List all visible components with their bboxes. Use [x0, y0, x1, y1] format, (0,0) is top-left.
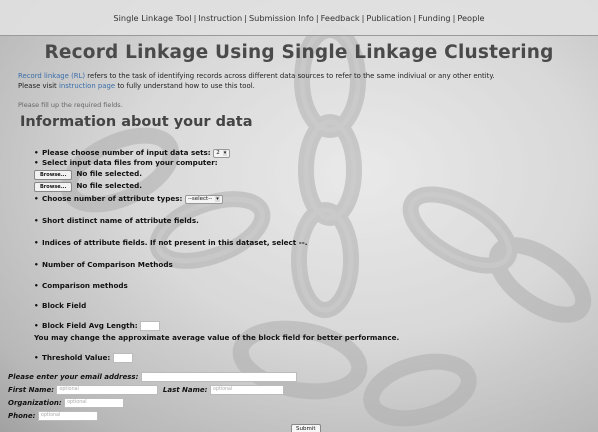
threshold-label: Threshold Value:: [42, 353, 111, 362]
bullet: •: [34, 158, 39, 167]
file-row-1: Browse... No file selected.: [34, 169, 142, 180]
nav-separator: |: [413, 13, 417, 23]
file-status-1: No file selected.: [76, 169, 142, 178]
bullet: •: [34, 301, 39, 310]
list-item-comparison-methods: • Comparison methods: [34, 281, 128, 290]
instruction-page-link[interactable]: instruction page: [59, 82, 115, 90]
chevron-down-icon: ▾: [215, 195, 220, 202]
bullet: •: [34, 281, 39, 290]
top-navigation: Single Linkage Tool | Instruction | Submissi…: [0, 0, 598, 36]
nav-funding[interactable]: Funding: [418, 13, 451, 23]
block-avg-label: Block Field Avg Length:: [42, 321, 138, 330]
nav-publication[interactable]: Publication: [366, 13, 411, 23]
bullet: •: [34, 216, 39, 225]
phone-row: Phone: optional: [8, 411, 98, 421]
intro-visit-post: to fully understand how to use this tool…: [115, 81, 255, 90]
bullet: •: [34, 148, 39, 157]
nav-separator: |: [315, 13, 319, 23]
phone-input[interactable]: optional: [37, 411, 98, 421]
list-item-num-comparison: • Number of Comparison Methods: [34, 260, 173, 269]
num-comparison-label: Number of Comparison Methods: [42, 260, 173, 269]
organization-input[interactable]: optional: [64, 398, 125, 408]
bullet: •: [34, 260, 39, 269]
list-item-threshold: • Threshold Value:: [34, 353, 133, 363]
required-fields-note: Please fill up the required fields.: [18, 101, 123, 109]
nav-separator: |: [193, 13, 197, 23]
bullet: •: [34, 238, 39, 247]
bullet: •: [34, 321, 39, 330]
short-name-label: Short distinct name of attribute fields.: [42, 216, 199, 225]
email-label: Please enter your email address:: [8, 373, 139, 381]
chevron-down-icon: ▾: [222, 149, 228, 156]
nav-single-linkage-tool[interactable]: Single Linkage Tool: [113, 13, 191, 23]
num-datasets-label: Please choose number of input data sets:: [42, 148, 211, 157]
comparison-methods-label: Comparison methods: [42, 281, 128, 290]
browse-button-1[interactable]: Browse...: [34, 170, 73, 180]
file-row-2: Browse... No file selected.: [34, 181, 142, 192]
organization-row: Organization: optional: [8, 398, 125, 408]
num-datasets-select[interactable]: 2 ▾: [213, 148, 231, 158]
organization-label: Organization:: [8, 399, 62, 407]
browse-button-2[interactable]: Browse...: [34, 182, 73, 192]
nav-separator: |: [244, 13, 247, 23]
page-content: Single Linkage Tool | Instruction | Submissi…: [0, 0, 598, 432]
list-item-num-datasets: • Please choose number of input data sets…: [34, 148, 231, 158]
attr-types-value: --select--: [187, 195, 213, 202]
email-input[interactable]: [140, 372, 297, 382]
block-avg-note: You may change the approximate average v…: [34, 333, 400, 342]
first-name-input[interactable]: optional: [56, 385, 159, 395]
nav-submission-info[interactable]: Submission Info: [249, 13, 314, 23]
list-item-indices: • Indices of attribute fields. If not pre…: [34, 238, 307, 247]
attr-types-label: Choose number of attribute types:: [42, 194, 183, 203]
last-name-label: Last Name:: [162, 386, 208, 394]
last-name-input[interactable]: optional: [209, 385, 284, 395]
list-item-block-field: • Block Field: [34, 301, 86, 310]
page-title: Record Linkage Using Single Linkage Clus…: [44, 42, 554, 63]
list-item-block-avg: • Block Field Avg Length:: [34, 321, 161, 331]
submit-button[interactable]: Submit: [291, 424, 321, 432]
nav-instruction[interactable]: Instruction: [198, 13, 242, 23]
num-datasets-value: 2: [216, 149, 220, 156]
indices-label: Indices of attribute fields. If not pres…: [42, 238, 308, 247]
list-item-short-name: • Short distinct name of attribute fields…: [34, 216, 199, 225]
section-title: Information about your data: [20, 114, 253, 130]
nav-separator: |: [452, 13, 456, 23]
nav-people[interactable]: People: [457, 13, 484, 23]
list-item-select-files: • Select input data files from your compu…: [34, 158, 218, 167]
name-row: First Name: optional Last Name: optional: [8, 385, 284, 395]
record-linkage-link[interactable]: Record linkage (RL): [18, 72, 85, 80]
first-name-label: First Name:: [8, 386, 55, 394]
attr-types-select[interactable]: --select-- ▾: [184, 194, 223, 204]
intro-text: refers to the task of identifying record…: [85, 72, 495, 80]
list-item-attr-types: • Choose number of attribute types: --sel…: [34, 194, 223, 204]
nav-feedback[interactable]: Feedback: [321, 13, 360, 23]
bullet: •: [34, 353, 39, 362]
nav-separator: |: [361, 13, 365, 23]
block-field-label: Block Field: [42, 301, 87, 310]
intro-visit-text: Please visit: [18, 81, 59, 90]
email-row: Please enter your email address:: [8, 372, 297, 382]
bullet: •: [34, 194, 39, 203]
select-files-label: Select input data files from your comput…: [42, 158, 218, 167]
phone-label: Phone:: [8, 412, 36, 420]
threshold-input[interactable]: [112, 353, 133, 363]
block-avg-input[interactable]: [140, 321, 161, 331]
intro-paragraph: Record linkage (RL) refers to the task o…: [18, 72, 588, 91]
file-status-2: No file selected.: [76, 181, 142, 190]
